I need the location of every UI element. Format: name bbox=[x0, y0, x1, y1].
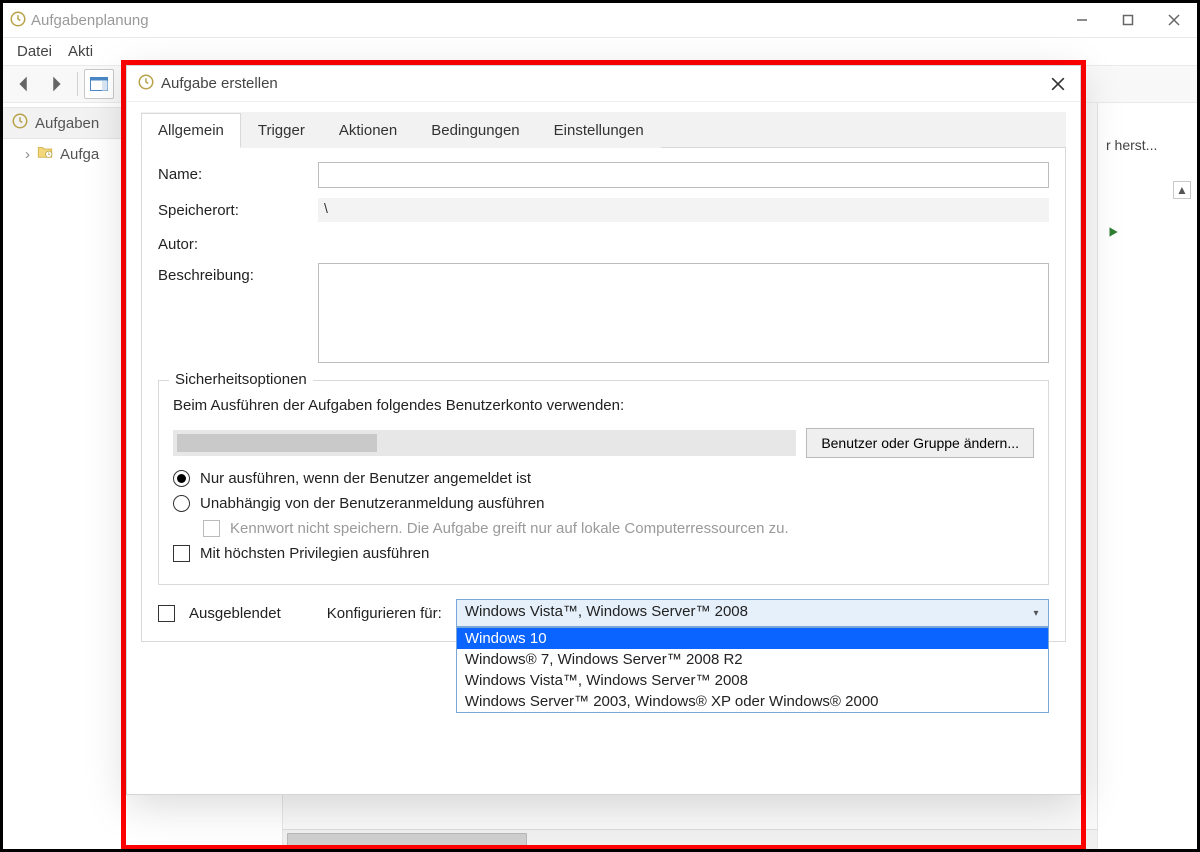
radio-run-any[interactable] bbox=[173, 495, 190, 512]
description-input[interactable] bbox=[318, 263, 1049, 363]
clock-icon bbox=[9, 10, 27, 31]
location-label: Speicherort: bbox=[158, 198, 318, 219]
configure-for-combo[interactable]: Windows Vista™, Windows Server™ 2008 ▾ W… bbox=[456, 599, 1049, 627]
security-legend: Sicherheitsoptionen bbox=[169, 371, 313, 388]
folder-clock-icon bbox=[36, 143, 54, 165]
main-titlebar: Aufgabenplanung bbox=[3, 3, 1197, 37]
name-input[interactable] bbox=[318, 162, 1049, 188]
dialog-title: Aufgabe erstellen bbox=[155, 75, 1036, 92]
combo-option[interactable]: Windows Server™ 2003, Windows® XP oder W… bbox=[457, 691, 1048, 712]
tab-conditions[interactable]: Bedingungen bbox=[414, 113, 536, 148]
tab-trigger[interactable]: Trigger bbox=[241, 113, 322, 148]
main-window-title: Aufgabenplanung bbox=[27, 12, 1059, 29]
redacted-user bbox=[177, 434, 377, 452]
configure-for-label: Konfigurieren für: bbox=[327, 605, 442, 622]
dialog-tabs: Allgemein Trigger Aktionen Bedingungen E… bbox=[141, 112, 1066, 148]
dialog-close-button[interactable] bbox=[1036, 66, 1080, 102]
action-item[interactable]: r herst... bbox=[1104, 129, 1191, 161]
check-no-password bbox=[203, 520, 220, 537]
author-label: Autor: bbox=[158, 232, 318, 253]
back-button[interactable] bbox=[9, 69, 39, 99]
check-highest-priv[interactable] bbox=[173, 545, 190, 562]
play-icon bbox=[1106, 226, 1120, 242]
minimize-button[interactable] bbox=[1059, 3, 1105, 37]
tree-root-label[interactable]: Aufgaben bbox=[35, 115, 99, 132]
configure-for-dropdown: Windows 10 Windows® 7, Windows Server™ 2… bbox=[456, 627, 1049, 713]
collapse-chevron-icon[interactable]: ▲ bbox=[1173, 181, 1191, 199]
clock-icon bbox=[11, 112, 29, 134]
runas-text: Beim Ausführen der Aufgaben folgendes Be… bbox=[173, 397, 1034, 414]
menu-file[interactable]: Datei bbox=[9, 41, 60, 62]
combo-option[interactable]: Windows Vista™, Windows Server™ 2008 bbox=[457, 670, 1048, 691]
change-user-button[interactable]: Benutzer oder Gruppe ändern... bbox=[806, 428, 1034, 458]
tab-actions[interactable]: Aktionen bbox=[322, 113, 414, 148]
chevron-down-icon[interactable]: ▾ bbox=[1024, 600, 1048, 626]
check-hidden[interactable] bbox=[158, 605, 175, 622]
tab-settings[interactable]: Einstellungen bbox=[537, 113, 661, 148]
radio-run-any-label: Unabhängig von der Benutzeranmeldung aus… bbox=[200, 495, 544, 512]
combo-option[interactable]: Windows 10 bbox=[457, 628, 1048, 649]
clock-icon bbox=[137, 73, 155, 94]
show-pane-button[interactable] bbox=[84, 69, 114, 99]
combo-option[interactable]: Windows® 7, Windows Server™ 2008 R2 bbox=[457, 649, 1048, 670]
location-value: \ bbox=[318, 198, 1049, 222]
menu-action[interactable]: Akti bbox=[60, 41, 101, 62]
close-button[interactable] bbox=[1151, 3, 1197, 37]
runas-user-field bbox=[173, 430, 796, 456]
check-highest-priv-label: Mit höchsten Privilegien ausführen bbox=[200, 545, 429, 562]
name-label: Name: bbox=[158, 162, 318, 183]
maximize-button[interactable] bbox=[1105, 3, 1151, 37]
forward-button[interactable] bbox=[41, 69, 71, 99]
configure-for-selected[interactable]: Windows Vista™, Windows Server™ 2008 bbox=[456, 599, 1049, 627]
tree-item-label: Aufga bbox=[60, 146, 99, 163]
action-item[interactable] bbox=[1104, 217, 1191, 250]
menubar: Datei Akti bbox=[3, 37, 1197, 65]
radio-run-logged-on[interactable] bbox=[173, 470, 190, 487]
tab-general[interactable]: Allgemein bbox=[141, 113, 241, 148]
toolbar-divider bbox=[77, 72, 78, 96]
check-hidden-label: Ausgeblendet bbox=[189, 605, 281, 622]
create-task-dialog: Aufgabe erstellen Allgemein Trigger Akti… bbox=[126, 65, 1081, 795]
horizontal-scrollbar[interactable] bbox=[283, 829, 1097, 849]
description-label: Beschreibung: bbox=[158, 263, 318, 284]
actions-pane: ▲ r herst... bbox=[1097, 103, 1197, 849]
security-options-group: Sicherheitsoptionen Beim Ausführen der A… bbox=[158, 380, 1049, 585]
dialog-titlebar: Aufgabe erstellen bbox=[127, 66, 1080, 102]
scrollbar-thumb[interactable] bbox=[287, 833, 527, 847]
tabpage-general: Name: Speicherort: \ Autor: Beschreibung… bbox=[141, 148, 1066, 642]
radio-run-logged-on-label: Nur ausführen, wenn der Benutzer angemel… bbox=[200, 470, 531, 487]
check-no-password-label: Kennwort nicht speichern. Die Aufgabe gr… bbox=[230, 520, 789, 537]
